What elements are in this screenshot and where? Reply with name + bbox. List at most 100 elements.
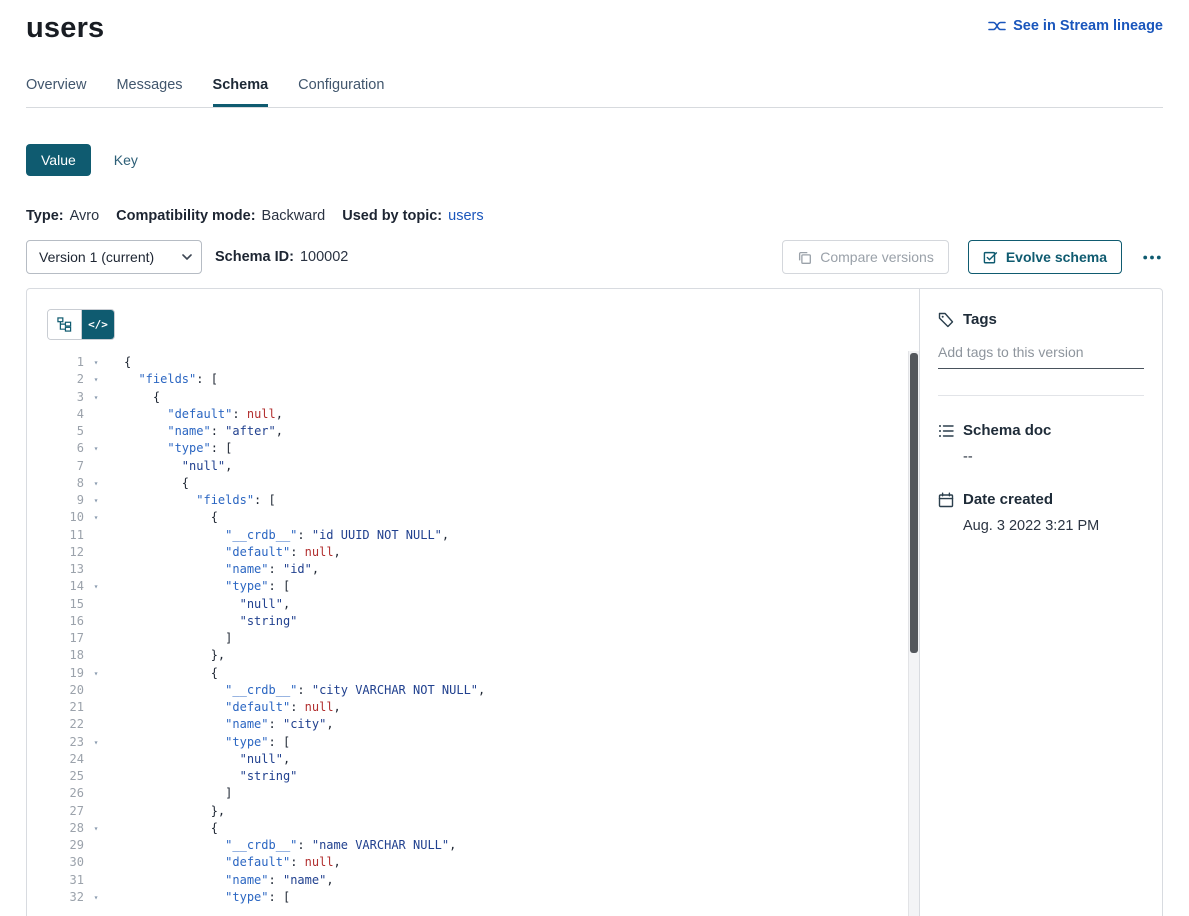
page-title: users [26,12,104,45]
code-text: "type": [ [124,578,290,595]
fold-toggle-icon[interactable]: ▾ [90,389,102,406]
line-number: 7 [47,458,84,475]
code-text: "default": null, [124,544,341,561]
fold-toggle-icon[interactable]: ▾ [90,734,102,751]
fold-toggle-icon[interactable]: ▾ [90,492,102,509]
fold-toggle-icon[interactable]: ▾ [90,509,102,526]
code-text: { [124,820,218,837]
schema-id: Schema ID: 100002 [215,249,348,265]
fold-toggle-icon[interactable]: ▾ [90,665,102,682]
code-line: 12 "default": null, [47,544,919,561]
fold-spacer [90,682,102,699]
tags-section: Tags [938,311,1144,369]
tag-icon [938,312,954,328]
code-line: 7 "null", [47,458,919,475]
topic-label: Used by topic: [342,208,442,224]
key-toggle-button[interactable]: Key [99,144,153,176]
code-text: }, [124,803,225,820]
fold-spacer [90,596,102,613]
schema-panel: </> 1▾{2▾ "fields": [3▾ {4 "default": nu… [26,288,1163,916]
line-number: 16 [47,613,84,630]
fold-toggle-icon[interactable]: ▾ [90,578,102,595]
tree-view-button[interactable] [48,310,81,339]
tab-messages[interactable]: Messages [116,77,182,107]
evolve-schema-label: Evolve schema [1006,249,1107,265]
compare-versions-button[interactable]: Compare versions [782,240,949,274]
fold-spacer [90,716,102,733]
code-line: 15 "null", [47,596,919,613]
code-text: "string" [124,613,297,630]
fold-spacer [90,613,102,630]
code-text: { [124,509,218,526]
stream-lineage-link[interactable]: See in Stream lineage [988,18,1163,34]
tab-schema[interactable]: Schema [213,77,269,107]
stream-lineage-icon [988,19,1006,33]
fold-spacer [90,561,102,578]
evolve-schema-button[interactable]: Evolve schema [968,240,1122,274]
line-number: 13 [47,561,84,578]
compare-versions-label: Compare versions [820,249,934,265]
line-number: 27 [47,803,84,820]
stream-lineage-label: See in Stream lineage [1013,18,1163,34]
code-text: { [124,354,131,371]
fold-toggle-icon[interactable]: ▾ [90,371,102,388]
version-select[interactable]: Version 1 (current) [26,240,202,274]
fold-toggle-icon[interactable]: ▾ [90,475,102,492]
code-line: 8▾ { [47,475,919,492]
schema-id-label: Schema ID: [215,249,294,265]
line-number: 28 [47,820,84,837]
fold-toggle-icon[interactable]: ▾ [90,820,102,837]
version-select-wrapper: Version 1 (current) [26,240,202,274]
line-number: 4 [47,406,84,423]
code-line: 14▾ "type": [ [47,578,919,595]
tab-configuration[interactable]: Configuration [298,77,384,107]
fold-spacer [90,699,102,716]
code-area: 1▾{2▾ "fields": [3▾ {4 "default": null,5… [47,354,919,909]
scrollbar-thumb[interactable] [910,353,918,653]
code-line: 9▾ "fields": [ [47,492,919,509]
code-line: 4 "default": null, [47,406,919,423]
code-text: { [124,389,160,406]
fold-toggle-icon[interactable]: ▾ [90,440,102,457]
fold-toggle-icon[interactable]: ▾ [90,889,102,906]
list-icon [938,423,954,439]
more-options-button[interactable] [1141,251,1163,264]
code-view-button[interactable]: </> [81,310,114,339]
line-number: 15 [47,596,84,613]
line-number: 18 [47,647,84,664]
fold-spacer [90,768,102,785]
type-value: Avro [70,208,100,224]
type-label: Type: [26,208,64,224]
line-number: 3 [47,389,84,406]
code-line: 20 "__crdb__": "city VARCHAR NOT NULL", [47,682,919,699]
line-number: 12 [47,544,84,561]
fold-spacer [90,458,102,475]
code-text: "null", [124,751,290,768]
line-number: 19 [47,665,84,682]
code-line: 2▾ "fields": [ [47,371,919,388]
page-header: users See in Stream lineage [26,12,1163,45]
code-line: 3 ▾ { [47,389,919,406]
code-line: 6▾ "type": [ [47,440,919,457]
topic-link[interactable]: users [448,208,483,224]
code-text: "fields": [ [124,371,218,388]
code-line: 25 "string" [47,768,919,785]
date-created-title: Date created [963,491,1053,508]
schema-doc-title: Schema doc [963,422,1051,439]
tab-overview[interactable]: Overview [26,77,86,107]
controls-row: Version 1 (current) Schema ID: 100002 Co… [26,240,1163,274]
code-text: ] [124,630,232,647]
code-text: "null", [124,596,290,613]
code-line: 28 ▾ { [47,820,919,837]
code-lines: 1▾{2▾ "fields": [3▾ {4 "default": null,5… [47,354,919,906]
fold-toggle-icon[interactable]: ▾ [90,354,102,371]
ellipsis-icon [1143,255,1161,260]
tags-title: Tags [963,311,997,328]
tags-input[interactable] [938,344,1144,369]
value-toggle-button[interactable]: Value [26,144,91,176]
editor-view-toggle: </> [47,309,115,340]
schema-meta: Type: Avro Compatibility mode: Backward … [26,208,1163,224]
code-text: "name": "id", [124,561,319,578]
code-text: "__crdb__": "name VARCHAR NULL", [124,837,456,854]
sidebar-divider [938,395,1144,396]
